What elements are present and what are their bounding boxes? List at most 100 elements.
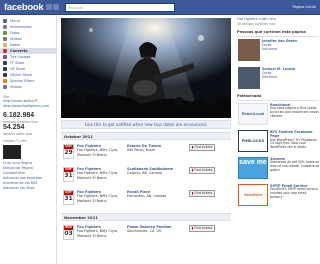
ad-text: Saveme Descontos de até 90% todos os dias… xyxy=(270,157,320,173)
facebook-logo[interactable]: facebook xyxy=(4,2,44,13)
nav-item-icon xyxy=(3,19,7,23)
right-sidebar: Foo Fighters curtiu isto 28 amigos curti… xyxy=(236,15,320,264)
event-city: Sacramento, CA, US xyxy=(127,229,162,234)
left-sidebar: Mural Informações Fotos Vídeos Notas Concerts… xyxy=(0,15,57,264)
talking-count: 54.254 xyxy=(3,124,25,131)
event-artist-col: Foo Fighters Foo Fighters, Biffy Clyro, M… xyxy=(77,144,125,157)
ads-list: ReachLocal Reachlocal Sua nova página é Fi… xyxy=(237,102,320,209)
page-link[interactable]: Adicionar em Sites xyxy=(3,186,53,191)
event-venue-col: Estacio Do Tiemio São Paulo, Brazil xyxy=(127,144,187,153)
nav-item-label: Videos xyxy=(10,85,22,89)
calendar-icon: OUT 31 xyxy=(63,190,74,205)
avatar[interactable] xyxy=(238,38,260,61)
event-month: NOV xyxy=(64,225,73,230)
home-link[interactable]: Página inicial xyxy=(292,5,316,9)
nav-item-label: Special Offers xyxy=(10,79,35,83)
find-tickets-button[interactable]: ▮ Find tickets xyxy=(189,225,215,232)
ad-body: Descontos de até 90% todos os dias na su… xyxy=(270,160,320,172)
likes-count: 6.182.984 xyxy=(3,112,35,119)
event-row: OUT 31 Foo Fighters Foo Fighters, Biffy Cly… xyxy=(61,188,231,210)
find-tickets-label: Find tickets xyxy=(194,226,213,230)
nav-item-icon xyxy=(3,79,7,83)
event-support: Foo Fighters, Biffy Clyro, Mariachi El B… xyxy=(77,171,119,180)
event-support: Foo Fighters, Biffy Clyro, Mariachi El B… xyxy=(77,194,119,203)
event-venue-col: Power Balance Pavilion Sacramento, CA, US xyxy=(127,225,187,234)
nav-item-label: Concerts xyxy=(10,49,28,53)
nav-item-icon xyxy=(3,61,7,65)
nav-item-label: Mural xyxy=(10,19,20,23)
event-row: OUT 31 Foo Fighters Foo Fighters, Biffy Cly… xyxy=(61,165,231,187)
friends-heading: Pessoas que curtiram esta página xyxy=(237,29,319,37)
event-month: OUT xyxy=(64,190,73,195)
find-tickets-label: Find tickets xyxy=(194,168,213,172)
add-friend-link[interactable]: Adicionar xyxy=(262,47,277,51)
nav-item-icon xyxy=(3,43,7,47)
find-tickets-button[interactable]: ▮ Find tickets xyxy=(189,190,215,197)
event-support: Foo Fighters, Biffy Clyro, Mariachi El B… xyxy=(77,229,119,238)
page-thumbnail[interactable] xyxy=(3,145,21,159)
find-tickets-label: Find tickets xyxy=(194,191,213,195)
ad-card[interactable]: ReachLocal Reachlocal Sua nova página é Fi… xyxy=(237,102,320,128)
person-card: Samuel M. Lovato Curtir Adicionar xyxy=(237,66,320,93)
ad-card[interactable]: SendGrid SMTP Email Service SendGrid's SMT… xyxy=(237,183,319,209)
sponsored-heading: Patrocinado xyxy=(237,93,319,101)
calendar-icon: NOV 03 xyxy=(63,225,74,240)
nav-item-icon xyxy=(3,49,7,53)
ad-text: BYS Fashion Facebook Page Use WordPress? … xyxy=(270,130,320,150)
concert-photo-image xyxy=(61,18,231,118)
person-info: Samuel M. Lovato Curtir Adicionar xyxy=(262,67,320,79)
event-month: OUT xyxy=(64,167,73,172)
ad-image-text: SendGrid xyxy=(243,191,262,197)
nav-item-label: Notas xyxy=(10,43,21,47)
ad-card[interactable]: PHBLOCKS BYS Fashion Facebook Page Use Wor… xyxy=(237,129,320,155)
friend-requests-icon[interactable] xyxy=(46,4,52,10)
site-link-2[interactable]: http://www.foofighters.com xyxy=(3,104,53,109)
ad-image[interactable]: SendGrid xyxy=(238,183,268,206)
nav-item[interactable]: Videos xyxy=(0,84,56,90)
concert-photo[interactable] xyxy=(61,18,231,118)
nav-item-icon xyxy=(3,67,7,71)
ad-image[interactable]: save me xyxy=(238,156,268,179)
find-tickets-button[interactable]: ▮ Find tickets xyxy=(189,144,215,151)
ad-body: Sua nova página é Find Leads. Anúncios q… xyxy=(270,106,319,118)
nav-item-label: The Garage xyxy=(10,55,31,59)
nav-item-label: FF Store xyxy=(10,61,25,65)
add-friend-link[interactable]: Adicionar xyxy=(262,75,277,79)
event-day: 31 xyxy=(64,194,73,202)
find-tickets-label: Find tickets xyxy=(194,145,213,149)
event-support: Foo Fighters, Biffy Clyro, Mariachi El B… xyxy=(77,148,119,157)
ad-card[interactable]: save me Saveme Descontos de até 90% todos … xyxy=(237,156,320,182)
ad-text: Reachlocal Sua nova página é Find Leads. … xyxy=(270,103,320,119)
nav-item-label: Informações xyxy=(10,25,32,29)
search-input[interactable]: Procurar xyxy=(65,3,175,12)
calendar-icon: OUT 31 xyxy=(63,167,74,182)
month-header: October 2011 xyxy=(61,132,231,140)
event-artist-col: Foo Fighters Foo Fighters, Biffy Clyro, M… xyxy=(77,190,125,203)
event-venue-col: Scotiabank Saddledome Calgary, AB, Canada xyxy=(127,167,187,176)
people-list: Jennifer Van Groen Curtir Adicionar Samuel … xyxy=(237,38,320,93)
ad-image[interactable]: ReachLocal xyxy=(238,102,268,125)
main-content: Like this to get notified when new tour … xyxy=(58,15,234,264)
avatar[interactable] xyxy=(238,66,260,89)
ad-image[interactable]: PHBLOCKS xyxy=(238,129,268,152)
event-city: Calgary, AB, Canada xyxy=(127,171,162,176)
ad-image-text: save me xyxy=(239,158,267,166)
nav-item-icon xyxy=(3,25,7,29)
find-tickets-button[interactable]: ▮ Find tickets xyxy=(189,167,215,174)
ad-image-text: ReachLocal xyxy=(241,110,265,116)
event-city: Edmonton, AB, Canada xyxy=(127,194,167,199)
nav-item-label: UK/Intl Store xyxy=(10,73,32,77)
page-nav: Mural Informações Fotos Vídeos Notas Concerts… xyxy=(0,18,56,90)
event-day: 31 xyxy=(64,171,73,179)
event-city: São Paulo, Brazil xyxy=(127,148,156,153)
messages-icon[interactable] xyxy=(53,4,59,10)
like-notify-bar[interactable]: Like this to get notified when new tour … xyxy=(61,120,231,129)
nav-item-icon xyxy=(3,73,7,77)
nav-item-label: US Store xyxy=(10,67,26,71)
nav-item-icon xyxy=(3,55,7,59)
curtir-label: Opções "Curtir" xyxy=(3,139,28,143)
ad-body: SendGrid's SMTP email service handles yo… xyxy=(270,187,318,199)
nav-item-label: Vídeos xyxy=(10,37,22,41)
event-month: OUT xyxy=(64,144,73,149)
nav-item-icon xyxy=(3,37,7,41)
